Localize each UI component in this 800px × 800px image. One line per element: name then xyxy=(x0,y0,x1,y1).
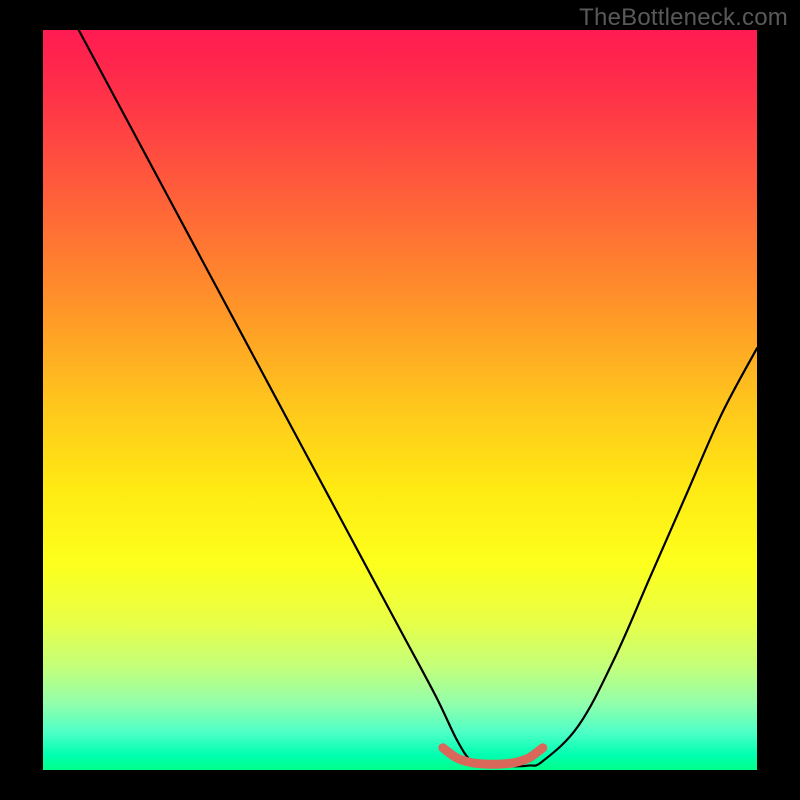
plot-area xyxy=(43,30,757,770)
curve-layer xyxy=(43,30,757,770)
chart-frame: TheBottleneck.com xyxy=(0,0,800,800)
watermark-text: TheBottleneck.com xyxy=(579,4,788,32)
bottleneck-curve xyxy=(79,30,757,766)
min-band xyxy=(443,748,543,764)
